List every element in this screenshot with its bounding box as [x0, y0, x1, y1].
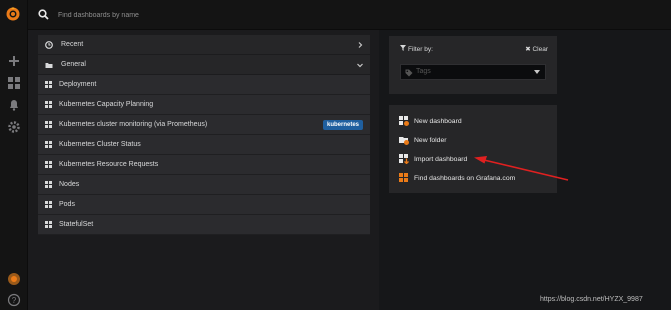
- dashboard-grid-icon: [45, 101, 52, 108]
- search-input[interactable]: [58, 8, 358, 22]
- dashboard-list-item[interactable]: StatefulSet: [38, 215, 370, 235]
- dashboard-title: Deployment: [59, 81, 97, 88]
- close-icon: ✖: [525, 46, 531, 53]
- dashboard-list-item[interactable]: Deployment: [38, 75, 370, 95]
- clear-label: Clear: [532, 46, 548, 53]
- filter-funnel-icon: [400, 45, 406, 51]
- import-dashboard-link[interactable]: Import dashboard: [399, 152, 467, 166]
- alerting-bell-icon[interactable]: [7, 98, 21, 112]
- new-dashboard-link[interactable]: New dashboard: [399, 114, 462, 128]
- chevron-right-icon: [358, 42, 363, 48]
- help-question-icon[interactable]: ?: [7, 293, 21, 307]
- dashboard-list-item[interactable]: Kubernetes Capacity Planning: [38, 95, 370, 115]
- search-bar: [28, 0, 671, 30]
- dashboard-list-item[interactable]: Nodes: [38, 175, 370, 195]
- dashboards-grid-icon[interactable]: [7, 76, 21, 90]
- clock-icon: [45, 40, 53, 49]
- search-icon: [38, 9, 49, 20]
- new-dashboard-icon: [399, 116, 409, 126]
- dashboard-tag-badge[interactable]: kubernetes: [322, 120, 363, 130]
- clear-filter-button[interactable]: ✖ Clear: [525, 45, 548, 53]
- grafana-logo-icon[interactable]: [5, 6, 21, 22]
- dashboard-title: Pods: [59, 201, 75, 208]
- section-label: General: [61, 61, 86, 68]
- dashboard-title: Kubernetes Cluster Status: [59, 141, 141, 148]
- grafana-com-icon: [399, 173, 408, 182]
- dashboard-title: Nodes: [59, 181, 80, 188]
- dashboard-title: StatefulSet: [59, 221, 94, 228]
- tag-icon: [405, 69, 413, 77]
- folder-open-icon: [45, 62, 53, 68]
- user-avatar-icon[interactable]: [7, 272, 21, 286]
- watermark-text: https://blog.csdn.net/HYZX_9987: [540, 296, 643, 303]
- dashboard-grid-icon: [45, 221, 52, 228]
- dashboard-list-item[interactable]: Kubernetes Cluster Status: [38, 135, 370, 155]
- new-folder-icon: [399, 137, 409, 145]
- filter-label-text: Filter by:: [408, 46, 433, 53]
- dashboard-grid-icon: [45, 141, 52, 148]
- section-general[interactable]: General: [38, 55, 370, 75]
- create-plus-icon[interactable]: [7, 54, 21, 68]
- dashboard-list-item[interactable]: Kubernetes cluster monitoring (via Prome…: [38, 115, 370, 135]
- dashboard-list-item[interactable]: Kubernetes Resource Requests: [38, 155, 370, 175]
- tags-filter-select[interactable]: Tags: [400, 64, 546, 80]
- action-label: New folder: [414, 136, 447, 144]
- dashboard-list-item[interactable]: Pods: [38, 195, 370, 215]
- import-dashboard-icon: [399, 154, 409, 164]
- dashboard-grid-icon: [45, 201, 52, 208]
- annotation-arrow-icon: [474, 156, 569, 181]
- dashboard-title: Kubernetes Resource Requests: [59, 161, 159, 168]
- dashboard-list: Recent General Deployment Kubernetes Cap…: [38, 35, 370, 235]
- dashboard-title: Kubernetes Capacity Planning: [59, 101, 154, 108]
- action-label: Import dashboard: [414, 155, 468, 163]
- svg-text:?: ?: [12, 296, 17, 305]
- dashboard-grid-icon: [45, 81, 52, 88]
- configuration-gear-icon[interactable]: [7, 120, 21, 134]
- dashboard-list-panel: Recent General Deployment Kubernetes Cap…: [28, 30, 379, 310]
- new-folder-link[interactable]: New folder: [399, 133, 447, 147]
- dashboard-grid-icon: [45, 161, 52, 168]
- chevron-down-icon: [357, 63, 363, 68]
- dashboard-grid-icon: [45, 121, 52, 128]
- section-recent[interactable]: Recent: [38, 35, 370, 55]
- action-label: New dashboard: [414, 117, 462, 125]
- dashboard-grid-icon: [45, 181, 52, 188]
- filter-panel: Filter by: ✖ Clear Tags: [389, 36, 557, 94]
- tags-placeholder: Tags: [416, 68, 431, 75]
- filter-label: Filter by:: [400, 45, 433, 53]
- caret-down-icon: [534, 70, 540, 74]
- dashboard-title: Kubernetes cluster monitoring (via Prome…: [59, 121, 208, 128]
- section-label: Recent: [61, 41, 84, 48]
- side-menu: ?: [0, 0, 28, 310]
